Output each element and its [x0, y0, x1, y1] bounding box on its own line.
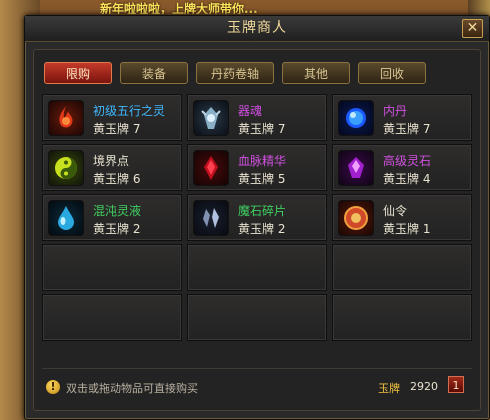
flame-spirit-icon	[48, 100, 84, 136]
item-price: 黄玉牌 7	[93, 122, 141, 136]
item-name: 仙令	[383, 204, 408, 218]
item-name: 血脉精华	[238, 154, 287, 168]
item-grid: 初级五行之灵 黄玉牌 7 器魂 黄玉牌 7 内丹 黄玉牌 7 境界点 黄玉牌 6…	[42, 94, 472, 364]
tab-pills-scrolls[interactable]: 丹药卷轴	[196, 62, 274, 84]
currency-value: 2920	[410, 380, 438, 393]
item-price: 黄玉牌 6	[93, 172, 141, 186]
item-name: 混沌灵液	[93, 204, 142, 218]
background-banner: 新年啦啦啦，上牌大师带你...	[100, 2, 258, 14]
footer-divider	[42, 368, 472, 369]
item-price: 黄玉牌 4	[383, 172, 431, 186]
window-title: 玉牌商人	[227, 20, 287, 36]
tab-equipment[interactable]: 装备	[120, 62, 188, 84]
item-slot[interactable]: 混沌灵液 黄玉牌 2	[42, 194, 182, 241]
empty-slot[interactable]	[187, 294, 327, 341]
hint-text: 双击或拖动物品可直接购买	[66, 382, 198, 395]
item-price: 黄玉牌 5	[238, 172, 286, 186]
empty-slot[interactable]	[332, 294, 472, 341]
item-price: 黄玉牌 2	[238, 222, 286, 236]
item-slot[interactable]: 境界点 黄玉牌 6	[42, 144, 182, 191]
spirit-stone-icon	[338, 150, 374, 186]
magic-stone-shard-icon	[193, 200, 229, 236]
close-button[interactable]: ✕	[462, 19, 483, 38]
item-slot[interactable]: 高级灵石 黄玉牌 4	[332, 144, 472, 191]
window-titlebar: 玉牌商人 ✕	[25, 16, 489, 42]
item-slot[interactable]: 初级五行之灵 黄玉牌 7	[42, 94, 182, 141]
item-price: 黄玉牌 7	[383, 122, 431, 136]
item-name: 器魂	[238, 104, 263, 118]
chaos-liquid-icon	[48, 200, 84, 236]
shop-panel: 限购 装备 丹药卷轴 其他 回收 初级五行之灵 黄玉牌 7 器魂 黄玉牌 7 内…	[33, 49, 481, 411]
page-number-badge[interactable]: 1	[448, 376, 464, 393]
artifact-soul-icon	[193, 100, 229, 136]
realm-point-icon	[48, 150, 84, 186]
tab-limited[interactable]: 限购	[44, 62, 112, 84]
item-name: 初级五行之灵	[93, 104, 166, 118]
jade-token-merchant-window: 玉牌商人 ✕ 限购 装备 丹药卷轴 其他 回收 初级五行之灵 黄玉牌 7 器魂 …	[24, 15, 490, 420]
info-icon: !	[46, 380, 60, 394]
blood-essence-icon	[193, 150, 229, 186]
item-price: 黄玉牌 7	[238, 122, 286, 136]
empty-slot[interactable]	[42, 294, 182, 341]
item-name: 境界点	[93, 154, 130, 168]
item-name: 魔石碎片	[238, 204, 287, 218]
item-price: 黄玉牌 1	[383, 222, 431, 236]
empty-slot[interactable]	[187, 244, 327, 291]
currency-label: 玉牌	[378, 382, 400, 395]
item-slot[interactable]: 血脉精华 黄玉牌 5	[187, 144, 327, 191]
immortal-token-icon	[338, 200, 374, 236]
item-slot[interactable]: 内丹 黄玉牌 7	[332, 94, 472, 141]
tab-recycle[interactable]: 回收	[358, 62, 426, 84]
item-name: 内丹	[383, 104, 408, 118]
empty-slot[interactable]	[332, 244, 472, 291]
item-price: 黄玉牌 2	[93, 222, 141, 236]
tab-other[interactable]: 其他	[282, 62, 350, 84]
inner-pill-icon	[338, 100, 374, 136]
empty-slot[interactable]	[42, 244, 182, 291]
item-name: 高级灵石	[383, 154, 432, 168]
item-slot[interactable]: 仙令 黄玉牌 1	[332, 194, 472, 241]
item-slot[interactable]: 器魂 黄玉牌 7	[187, 94, 327, 141]
item-slot[interactable]: 魔石碎片 黄玉牌 2	[187, 194, 327, 241]
